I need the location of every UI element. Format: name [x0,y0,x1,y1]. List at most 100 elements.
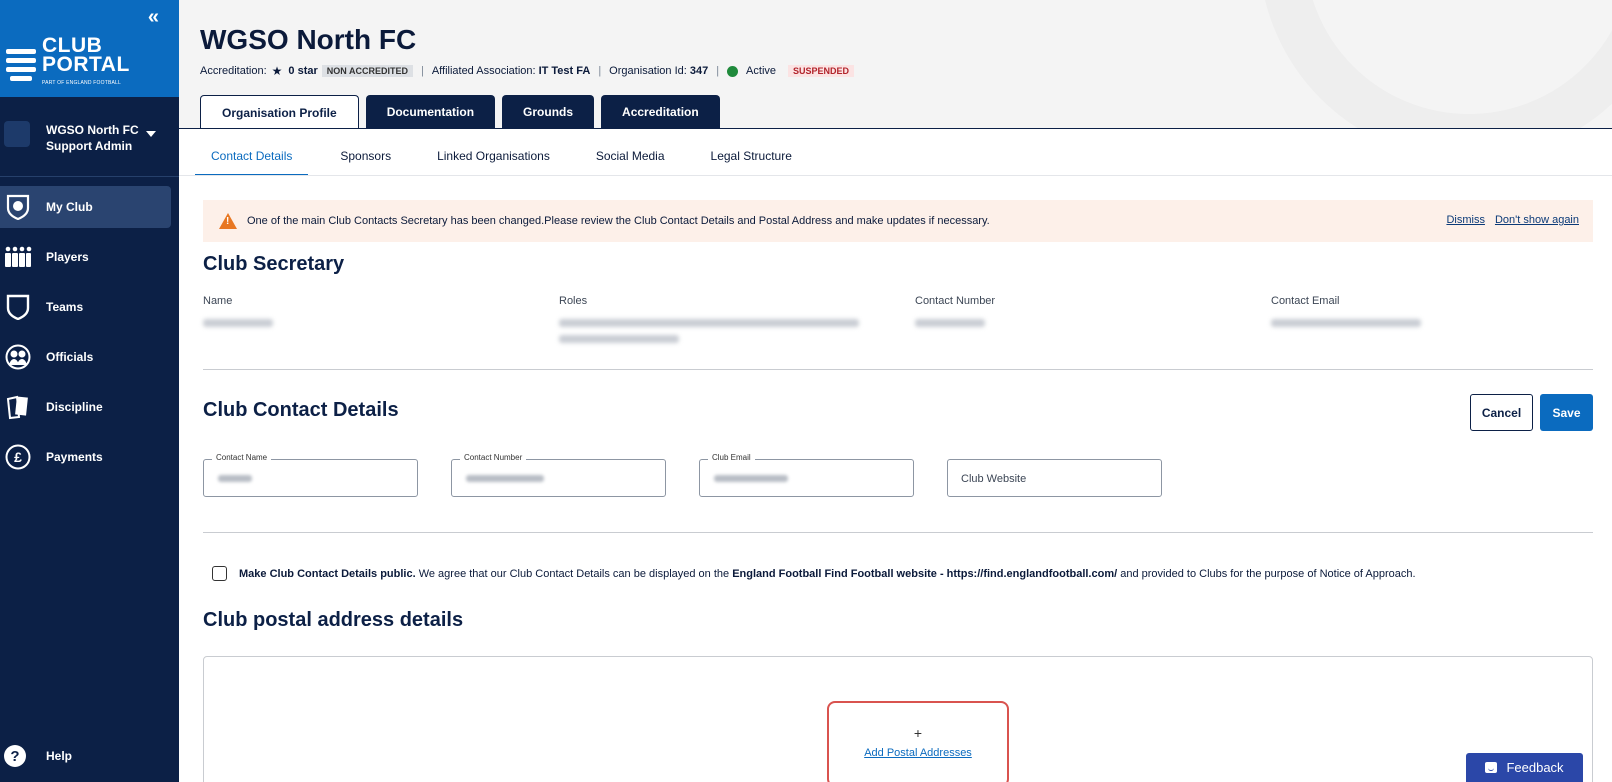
redacted-value [466,475,544,482]
sidebar-item-officials[interactable]: Officials [0,336,171,378]
tab-organisation-profile[interactable]: Organisation Profile [200,95,359,129]
logo-line2: PORTAL [42,53,130,76]
team-shield-icon [4,293,32,321]
account-switcher[interactable]: WGSO North FC Support Admin [0,97,179,177]
status-label: Active [746,65,777,77]
secretary-roles-column: Roles [559,295,859,343]
tab-documentation[interactable]: Documentation [365,95,496,129]
players-icon [4,243,32,271]
accreditation-value: 0 star [288,65,318,77]
org-id-label: Organisation Id: [609,65,687,77]
club-portal-logo: CLUB PORTAL PART OF ENGLAND FOOTBALL [4,35,130,93]
account-avatar [4,121,30,147]
logo-tagline: PART OF ENGLAND FOOTBALL [42,80,121,86]
page-title: WGSO North FC [200,24,417,55]
help-label: Help [46,749,73,763]
accreditation-badge: NON ACCREDITED [321,65,413,77]
star-icon: ★ [271,64,283,78]
field-placeholder: Club Website [961,473,1027,485]
section-divider [203,369,1593,370]
shield-football-icon [4,193,32,221]
account-role: Support Admin [46,139,133,153]
sub-tabs: Contact Details Sponsors Linked Organisa… [195,140,808,176]
alert-message: One of the main Club Contacts Secretary … [247,215,990,227]
collapse-sidebar-icon[interactable]: « [148,6,159,29]
feedback-label: Feedback [1506,760,1564,775]
contact-number-field[interactable]: Contact Number [451,453,666,497]
divider: | [598,65,602,77]
tabs-divider [179,128,1612,129]
field-label: Contact Name [212,453,272,462]
redacted-value [218,475,252,482]
accreditation-label: Accreditation: [200,65,267,77]
sidebar-item-label: Discipline [46,400,103,414]
sidebar-item-payments[interactable]: £ Payments [0,436,171,478]
redacted-value [559,319,859,327]
organisation-meta: Accreditation: ★ 0 star NON ACCREDITED |… [200,64,855,78]
logo-area: « CLUB PORTAL PART OF ENGLAND FOOTBALL [0,0,179,97]
feedback-button[interactable]: Feedback [1466,753,1583,782]
consent-bold: Make Club Contact Details public. [239,567,416,580]
pound-icon: £ [4,443,32,471]
tab-accreditation[interactable]: Accreditation [601,95,720,129]
plus-icon[interactable]: + [829,725,1007,741]
lions-logo-icon [4,45,38,85]
sidebar-item-my-club[interactable]: My Club [0,186,171,228]
postal-address-panel: + Add Postal Addresses [203,656,1593,782]
redacted-value [714,475,788,482]
help-icon: ? [4,745,26,767]
subtabs-divider [179,175,1612,176]
sidebar-item-label: My Club [46,200,93,214]
main-tabs: Organisation Profile Documentation Groun… [200,95,727,129]
association-value: IT Test FA [538,65,591,77]
status-badge: SUSPENDED [788,65,855,77]
club-secretary-heading: Club Secretary [203,253,345,275]
consent-text: We agree that our Club Contact Details c… [415,567,733,580]
dismiss-link[interactable]: Dismiss [1446,214,1485,226]
field-label: Contact Number [460,453,527,462]
svg-text:£: £ [14,449,22,465]
redacted-value [915,319,985,327]
subtab-sponsors[interactable]: Sponsors [324,140,407,176]
cancel-button[interactable]: Cancel [1470,394,1533,431]
public-consent: Make Club Contact Details public. We agr… [212,566,1416,581]
public-consent-checkbox[interactable] [212,566,227,581]
consent-website: England Football Find Football website -… [732,567,1118,580]
add-postal-addresses-link[interactable]: Add Postal Addresses [829,747,1007,759]
subtab-linked-organisations[interactable]: Linked Organisations [421,140,566,176]
sidebar-item-discipline[interactable]: Discipline [0,386,171,428]
divider: | [420,65,424,77]
save-button[interactable]: Save [1540,394,1593,431]
feedback-smiley-icon [1485,762,1498,773]
chevron-down-icon[interactable] [146,131,156,137]
club-website-field[interactable]: Club Website [947,459,1162,497]
header-decoration [1259,0,1612,128]
club-email-field[interactable]: Club Email [699,453,914,497]
subtab-social-media[interactable]: Social Media [580,140,681,176]
section-divider [203,532,1593,533]
column-label: Roles [559,295,588,307]
contact-change-alert: One of the main Club Contacts Secretary … [203,200,1593,242]
sidebar-item-label: Payments [46,450,103,464]
subtab-legal-structure[interactable]: Legal Structure [695,140,808,176]
subtab-contact-details[interactable]: Contact Details [195,140,309,176]
field-label: Club Email [708,453,755,462]
sidebar-item-players[interactable]: Players [0,236,171,278]
help-link[interactable]: ? Help [4,745,72,767]
add-postal-address-area[interactable]: + Add Postal Addresses [827,701,1009,782]
postal-address-heading: Club postal address details [203,609,464,631]
dont-show-again-link[interactable]: Don't show again [1495,214,1579,226]
sidebar-item-label: Teams [46,300,84,314]
active-status-icon [727,65,739,77]
redacted-value [559,335,679,343]
tab-grounds[interactable]: Grounds [502,95,595,129]
redacted-value [1271,319,1421,327]
sidebar: « CLUB PORTAL PART OF ENGLAND FOOTBALL W… [0,0,179,782]
sidebar-item-teams[interactable]: Teams [0,286,171,328]
club-contact-details-heading: Club Contact Details [203,399,399,421]
officials-icon [4,343,32,371]
redacted-value [203,319,273,327]
org-id-value: 347 [689,65,709,77]
sidebar-item-label: Officials [46,350,94,364]
contact-name-field[interactable]: Contact Name [203,453,418,497]
